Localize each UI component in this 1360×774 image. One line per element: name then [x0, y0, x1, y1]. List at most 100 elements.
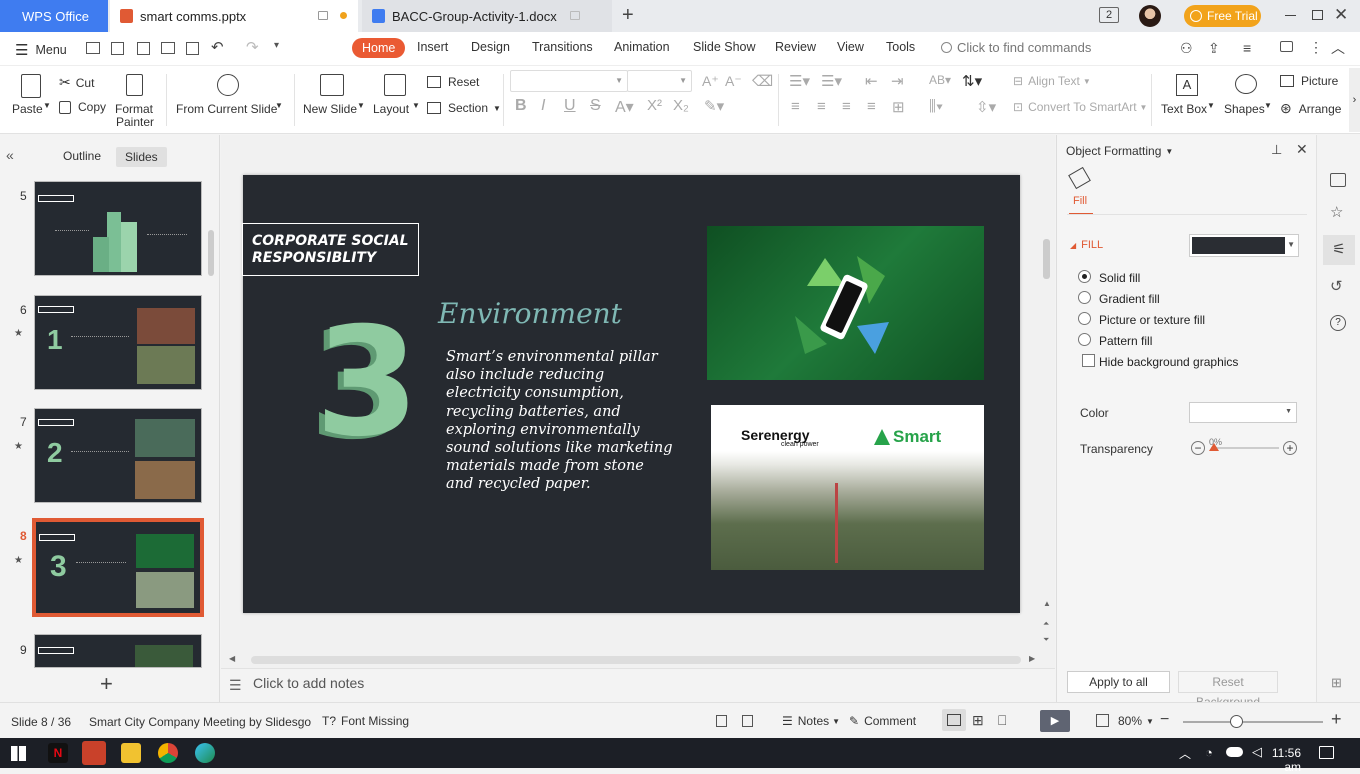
- notification-icon[interactable]: [1319, 746, 1334, 759]
- tab-view[interactable]: View: [837, 40, 864, 54]
- share-user-icon[interactable]: ⚇: [1180, 40, 1193, 57]
- pin-icon[interactable]: ⊥: [1271, 142, 1282, 158]
- tab-window-icon[interactable]: [570, 11, 580, 20]
- tab-slide-show[interactable]: Slide Show: [693, 40, 756, 54]
- from-current-slide-button[interactable]: From Current Slide ▼: [175, 72, 287, 126]
- picture-fill-label[interactable]: Picture or texture fill: [1099, 313, 1205, 327]
- canvas-vscrollbar[interactable]: [1043, 239, 1050, 279]
- clear-format-icon[interactable]: ⌫: [752, 72, 773, 90]
- numbering-icon[interactable]: ☰▾: [821, 72, 842, 90]
- tab-window-icon[interactable]: [318, 11, 328, 20]
- windows-start-icon[interactable]: [11, 746, 26, 761]
- big-number[interactable]: 3: [315, 303, 419, 463]
- close-panel-icon[interactable]: ✕: [1296, 141, 1308, 158]
- transparency-minus-icon[interactable]: −: [1191, 441, 1205, 455]
- pptx-tab[interactable]: smart comms.pptx: [110, 0, 358, 32]
- tab-slides[interactable]: Slides: [116, 147, 167, 167]
- comment-icon[interactable]: [1280, 41, 1293, 52]
- solid-fill-radio[interactable]: [1078, 270, 1091, 283]
- paragraph-spacing-icon[interactable]: ⇳▾: [976, 98, 996, 116]
- heading-box[interactable]: CORPORATE SOCIAL RESPONSIBLITY: [242, 223, 419, 276]
- columns-icon[interactable]: ⫼▾: [929, 98, 943, 115]
- pattern-fill-radio[interactable]: [1078, 333, 1091, 346]
- slides-scrollbar[interactable]: [208, 230, 214, 276]
- more-icon[interactable]: ⋮: [1309, 39, 1323, 56]
- color-select[interactable]: ▼: [1189, 402, 1297, 423]
- wifi-icon[interactable]: ◔: [1205, 745, 1213, 760]
- copy-button[interactable]: Copy: [59, 100, 106, 114]
- solid-fill-label[interactable]: Solid fill: [1099, 271, 1140, 285]
- format-painter-button[interactable]: Format Painter: [114, 72, 156, 132]
- zoom-slider[interactable]: [1183, 715, 1323, 728]
- apply-to-all-button[interactable]: Apply to all: [1067, 671, 1170, 693]
- superscript-icon[interactable]: X²: [647, 97, 662, 114]
- align-left-icon[interactable]: ≡: [791, 98, 800, 115]
- formatting-active-icon[interactable]: ⚟: [1323, 235, 1355, 265]
- history-icon[interactable]: ↺: [1330, 277, 1343, 295]
- next-slide-icon[interactable]: ⏷: [1043, 635, 1049, 645]
- text-direction-icon[interactable]: AB▾: [929, 73, 951, 87]
- command-search[interactable]: Click to find commands: [941, 40, 1091, 55]
- decrease-indent-icon[interactable]: ⇤: [865, 72, 878, 90]
- tab-home[interactable]: Home: [352, 38, 406, 58]
- undo-icon[interactable]: ↶: [211, 38, 224, 56]
- tab-tools[interactable]: Tools: [886, 40, 915, 54]
- file-explorer-icon[interactable]: [121, 743, 141, 763]
- align-right-icon[interactable]: ≡: [842, 98, 851, 115]
- fill-color-picker[interactable]: ▼: [1189, 234, 1299, 257]
- wps-taskbar-icon[interactable]: [82, 741, 106, 765]
- prev-slide-icon[interactable]: ⏶: [1043, 619, 1049, 629]
- line-spacing-icon[interactable]: ⇅▾: [962, 72, 982, 90]
- bold-icon[interactable]: B: [515, 97, 527, 115]
- highlight-icon[interactable]: ✎▾: [704, 97, 724, 115]
- tab-transitions[interactable]: Transitions: [532, 40, 593, 54]
- tab-outline[interactable]: Outline: [63, 149, 101, 163]
- notes-toggle-button[interactable]: ☰ Notes ▼: [782, 714, 840, 728]
- section-button[interactable]: Section ▼: [427, 101, 501, 115]
- minimize-icon[interactable]: [1285, 15, 1296, 16]
- slide-title[interactable]: Environment: [438, 297, 622, 330]
- share-icon[interactable]: ⇪: [1208, 40, 1220, 57]
- font-name-combo[interactable]: ▼: [510, 70, 628, 92]
- doc-protect-icon[interactable]: [716, 715, 727, 727]
- clock[interactable]: 11:56 am: [1253, 746, 1301, 774]
- play-slideshow-icon[interactable]: ▶: [1040, 710, 1070, 732]
- gradient-fill-label[interactable]: Gradient fill: [1099, 292, 1160, 306]
- align-center-icon[interactable]: ≡: [817, 98, 826, 115]
- fit-window-icon[interactable]: [1096, 714, 1109, 727]
- hide-bg-checkbox[interactable]: [1082, 354, 1095, 367]
- hide-bg-label[interactable]: Hide background graphics: [1099, 355, 1238, 369]
- canvas-hscrollbar[interactable]: [251, 656, 1021, 664]
- save-icon[interactable]: [111, 42, 124, 55]
- reset-background-button[interactable]: Reset Background: [1178, 671, 1278, 709]
- properties-icon[interactable]: [1330, 173, 1346, 187]
- grid-icon[interactable]: ⊞: [1331, 675, 1342, 691]
- slide-thumbnail-8[interactable]: 3: [32, 518, 204, 617]
- bullets-icon[interactable]: ☰▾: [789, 72, 810, 90]
- chevron-up-icon[interactable]: ︿: [1331, 38, 1345, 58]
- menu-button[interactable]: ☰ Menu: [15, 41, 67, 59]
- distribute-icon[interactable]: ⊞: [892, 98, 905, 116]
- slide[interactable]: CORPORATE SOCIAL RESPONSIBLITY 3 Environ…: [242, 175, 1020, 613]
- onedrive-icon[interactable]: [1226, 747, 1243, 757]
- tab-insert[interactable]: Insert: [417, 40, 448, 54]
- strikethrough-icon[interactable]: S: [590, 97, 601, 115]
- font-missing-button[interactable]: T? Font Missing: [322, 714, 409, 728]
- convert-smartart-button[interactable]: ⊡ Convert To SmartArt ▼: [1013, 100, 1147, 114]
- font-color-icon[interactable]: A▾: [615, 97, 634, 117]
- add-slide-icon[interactable]: +: [100, 671, 113, 697]
- print-preview-icon[interactable]: [186, 42, 199, 55]
- fill-tab[interactable]: Fill: [1073, 195, 1087, 207]
- close-window-icon[interactable]: ✕: [1334, 5, 1348, 25]
- pattern-fill-label[interactable]: Pattern fill: [1099, 334, 1152, 348]
- new-tab-icon[interactable]: +: [622, 4, 634, 27]
- align-text-button[interactable]: ⊟ Align Text ▼: [1013, 74, 1091, 88]
- print-icon[interactable]: [161, 42, 175, 54]
- help-icon[interactable]: ?: [1330, 315, 1346, 331]
- decrease-font-icon[interactable]: A⁻: [725, 73, 742, 90]
- tab-design[interactable]: Design: [471, 40, 510, 54]
- transparency-slider-thumb[interactable]: [1209, 443, 1219, 451]
- picture-button[interactable]: Picture: [1280, 74, 1338, 88]
- cut-button[interactable]: ✂ Cut: [59, 74, 94, 91]
- city-logos-image[interactable]: Serenergy clean power Smart: [711, 405, 984, 570]
